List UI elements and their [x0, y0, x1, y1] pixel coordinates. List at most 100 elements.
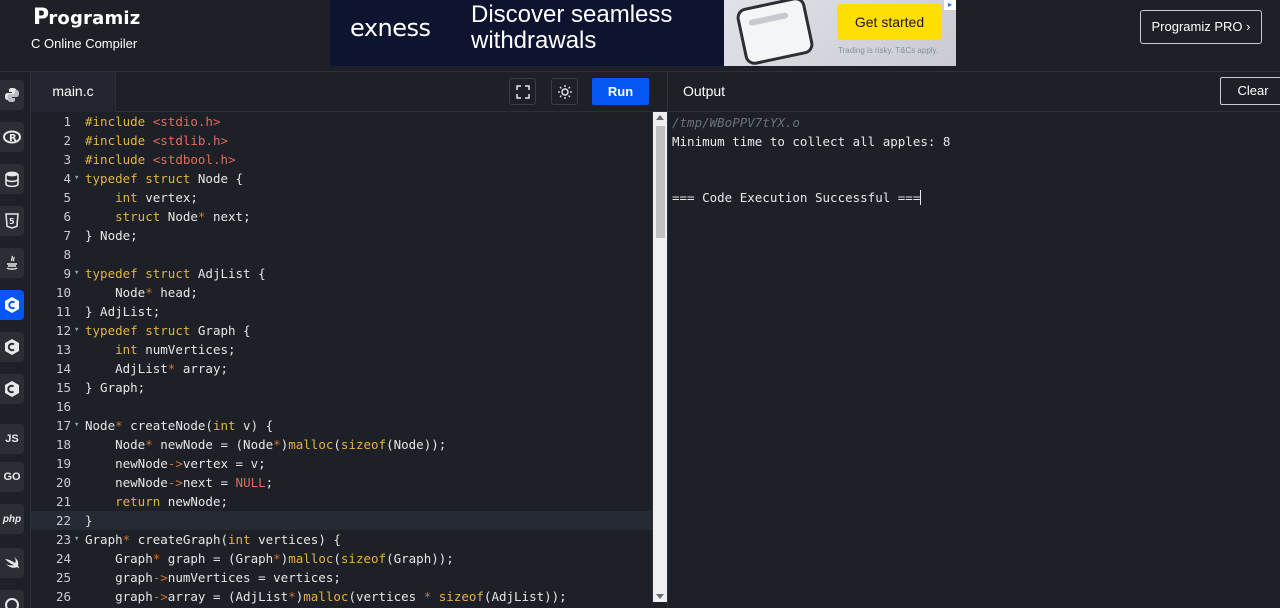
fold-arrow-icon[interactable]: ▾ — [74, 321, 84, 340]
code-line[interactable]: 24 Graph* graph = (Graph*)malloc(sizeof(… — [31, 549, 652, 568]
code-text: } AdjList; — [85, 304, 161, 319]
code-line[interactable]: 5 int vertex; — [31, 188, 652, 207]
code-text: Node* createNode(int v) { — [85, 418, 274, 433]
line-number: 4 — [63, 171, 71, 186]
swift-icon[interactable] — [0, 548, 24, 578]
line-number: 25 — [55, 570, 71, 585]
code-editor[interactable]: 1 #include <stdio.h> 2 #include <stdlib.h> 3… — [31, 112, 652, 608]
go-icon[interactable]: GO — [0, 462, 24, 492]
fullscreen-icon[interactable] — [509, 78, 536, 105]
code-text: return newNode; — [115, 494, 228, 509]
text-caret — [920, 190, 922, 205]
code-text: Node* newNode = (Node*)malloc(sizeof(Nod… — [85, 437, 447, 452]
c-icon[interactable] — [0, 290, 24, 320]
code-line[interactable]: 16 — [31, 397, 652, 416]
r-icon[interactable]: R — [0, 122, 24, 152]
output-console[interactable]: /tmp/WBoPPV7tYX.o Minimum time to collec… — [667, 112, 1280, 608]
theme-toggle-icon[interactable] — [551, 78, 578, 105]
code-text: AdjList* array; — [85, 361, 229, 376]
svg-text:R: R — [9, 133, 17, 144]
output-toolbar: Output Clear — [667, 72, 1280, 112]
rust-icon[interactable] — [0, 590, 24, 608]
scrollbar-thumb[interactable] — [656, 126, 665, 238]
python-icon[interactable] — [0, 80, 24, 110]
programiz-logo[interactable]: Programiz — [33, 5, 140, 30]
code-line[interactable]: 18 Node* newNode = (Node*)malloc(sizeof(… — [31, 435, 652, 454]
code-text: struct Node* next; — [115, 209, 251, 224]
line-number: 21 — [55, 494, 71, 509]
code-text: typedef struct AdjList { — [85, 266, 266, 281]
code-text: newNode->vertex = v; — [85, 456, 266, 471]
database-icon[interactable] — [0, 164, 24, 194]
programiz-pro-button[interactable]: Programiz PRO › — [1140, 10, 1262, 44]
status-text: === Code Execution Successful === — [672, 190, 921, 205]
code-line[interactable]: 7 } Node; — [31, 226, 652, 245]
scroll-up-icon[interactable] — [656, 115, 664, 120]
line-number: 10 — [55, 285, 71, 300]
code-text: int vertex; — [115, 190, 198, 205]
line-number: 12 — [55, 323, 71, 338]
code-line[interactable]: 14 AdjList* array; — [31, 359, 652, 378]
fold-arrow-icon[interactable]: ▾ — [74, 416, 84, 435]
code-text: typedef struct Graph { — [85, 323, 251, 338]
compiler-app: Programiz C Online Compiler exness Disco… — [0, 0, 1280, 608]
code-text: } Graph; — [85, 380, 146, 395]
code-line[interactable]: 3 #include <stdbool.h> — [31, 150, 652, 169]
code-line[interactable]: 23 ▾ Graph* createGraph(int vertices) { — [31, 530, 652, 549]
code-line[interactable]: 1 #include <stdio.h> — [31, 112, 652, 131]
editor-scrollbar[interactable] — [652, 112, 667, 602]
output-binary-path: /tmp/WBoPPV7tYX.o — [672, 115, 800, 130]
code-line[interactable]: 11} AdjList; — [31, 302, 652, 321]
code-text: } — [85, 513, 93, 528]
top-header: Programiz C Online Compiler exness Disco… — [0, 0, 1280, 72]
ad-info-icon[interactable]: ▸ — [944, 0, 956, 10]
page-subtitle: C Online Compiler — [31, 36, 138, 51]
html5-icon[interactable]: 5 — [0, 206, 24, 236]
javascript-icon[interactable]: JS — [0, 424, 24, 454]
advertisement-banner[interactable]: exness Discover seamless withdrawals Get… — [330, 0, 956, 66]
code-text: } Node; — [85, 228, 138, 243]
fold-arrow-icon[interactable]: ▾ — [74, 530, 84, 549]
line-number: 19 — [55, 456, 71, 471]
java-icon[interactable] — [0, 248, 24, 278]
code-line[interactable]: 13 int numVertices; — [31, 340, 652, 359]
code-line[interactable]: 6 struct Node* next; — [31, 207, 652, 226]
line-number: 18 — [55, 437, 71, 452]
code-line[interactable]: 25 graph->numVertices = vertices; — [31, 568, 652, 587]
code-line[interactable]: 19 newNode->vertex = v; — [31, 454, 652, 473]
scroll-down-icon[interactable] — [656, 594, 664, 599]
code-line[interactable]: 12 ▾ typedef struct Graph { — [31, 321, 652, 340]
fold-arrow-icon[interactable]: ▾ — [74, 169, 84, 188]
csharp-icon[interactable] — [0, 374, 24, 404]
php-icon[interactable]: php — [0, 504, 24, 534]
code-line[interactable]: 4 ▾ typedef struct Node { — [31, 169, 652, 188]
line-number: 17 — [55, 418, 71, 433]
line-number: 1 — [63, 114, 71, 129]
fold-arrow-icon[interactable]: ▾ — [74, 264, 84, 283]
line-number: 13 — [55, 342, 71, 357]
code-line[interactable]: 21 return newNode; — [31, 492, 652, 511]
code-line[interactable]: 15} Graph; — [31, 378, 652, 397]
code-line[interactable]: 17 ▾ Node* createNode(int v) { — [31, 416, 652, 435]
code-text: int numVertices; — [115, 342, 236, 357]
line-number: 5 — [63, 190, 71, 205]
logo-text: rogramiz — [48, 8, 141, 29]
code-text: #include <stdio.h> — [85, 114, 221, 129]
tab-main-c[interactable]: main.c — [31, 72, 116, 112]
cpp-icon[interactable] — [0, 332, 24, 362]
code-line[interactable]: 2 #include <stdlib.h> — [31, 131, 652, 150]
line-number: 7 — [63, 228, 71, 243]
phone-image — [734, 0, 816, 66]
svg-text:5: 5 — [9, 217, 15, 226]
ad-get-started-button[interactable]: Get started — [837, 4, 942, 40]
code-line[interactable]: 26 graph->array = (AdjList*)malloc(verti… — [31, 587, 652, 606]
run-button[interactable]: Run — [592, 78, 649, 105]
code-line[interactable]: 22} — [31, 511, 652, 530]
code-text: newNode->next = NULL; — [85, 475, 274, 490]
line-number: 14 — [55, 361, 71, 376]
code-line[interactable]: 10 Node* head; — [31, 283, 652, 302]
clear-button[interactable]: Clear — [1220, 77, 1280, 105]
code-line[interactable]: 8 — [31, 245, 652, 264]
code-line[interactable]: 20 newNode->next = NULL; — [31, 473, 652, 492]
code-line[interactable]: 9 ▾ typedef struct AdjList { — [31, 264, 652, 283]
